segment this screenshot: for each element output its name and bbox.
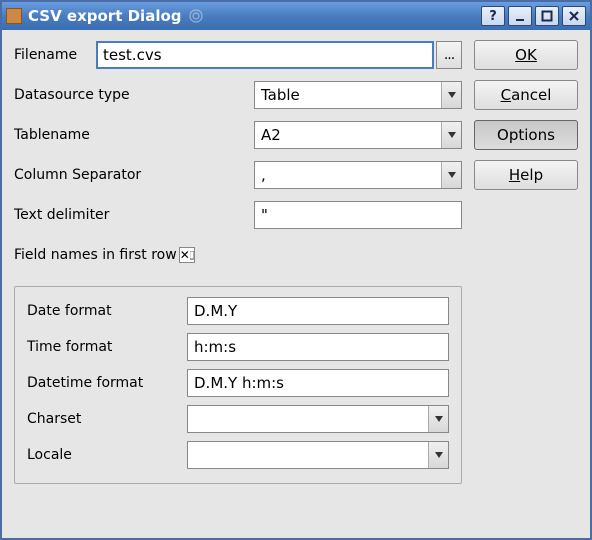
locale-value xyxy=(188,442,428,468)
minimize-button[interactable] xyxy=(508,6,532,26)
time-format-input[interactable] xyxy=(187,333,449,361)
column-separator-label: Column Separator xyxy=(14,167,254,183)
filename-label: Filename xyxy=(14,47,96,63)
options-button[interactable]: Options xyxy=(474,120,578,150)
chevron-down-icon[interactable] xyxy=(428,406,448,432)
window-title: CSV export Dialog xyxy=(28,7,182,25)
date-format-input[interactable] xyxy=(187,297,449,325)
datasource-type-value: Table xyxy=(255,82,441,108)
browse-button[interactable]: ... xyxy=(436,41,462,69)
datasource-type-combo[interactable]: Table xyxy=(254,81,462,109)
format-group: Date format Time format Datetime format … xyxy=(14,286,462,484)
ok-button[interactable]: OK xyxy=(474,40,578,70)
maximize-button[interactable] xyxy=(535,6,559,26)
help-button[interactable]: Help xyxy=(474,160,578,190)
text-delimiter-label: Text delimiter xyxy=(14,207,254,223)
locale-combo[interactable] xyxy=(187,441,449,469)
tablename-label: Tablename xyxy=(14,127,254,143)
charset-value xyxy=(188,406,428,432)
charset-label: Charset xyxy=(27,411,187,427)
time-format-label: Time format xyxy=(27,339,187,355)
titlebar[interactable]: CSV export Dialog ? xyxy=(2,2,590,30)
tablename-combo[interactable]: A2 xyxy=(254,121,462,149)
text-delimiter-input[interactable] xyxy=(254,201,462,229)
chevron-down-icon[interactable] xyxy=(428,442,448,468)
app-icon xyxy=(6,8,22,24)
help-titlebar-button[interactable]: ? xyxy=(481,6,505,26)
datetime-format-input[interactable] xyxy=(187,369,449,397)
field-names-checkbox[interactable]: ✕ xyxy=(179,247,195,263)
datetime-format-label: Datetime format xyxy=(27,375,187,391)
field-names-label: Field names in first row xyxy=(14,247,177,263)
cancel-button[interactable]: Cancel xyxy=(474,80,578,110)
chevron-down-icon[interactable] xyxy=(441,82,461,108)
csv-export-dialog: CSV export Dialog ? Filename ... Datasou… xyxy=(0,0,592,540)
chevron-down-icon[interactable] xyxy=(441,162,461,188)
filename-input[interactable] xyxy=(96,41,434,69)
column-separator-combo[interactable]: , xyxy=(254,161,462,189)
close-button[interactable] xyxy=(562,6,586,26)
tablename-value: A2 xyxy=(255,122,441,148)
decoration-swirl-icon xyxy=(188,8,204,24)
charset-combo[interactable] xyxy=(187,405,449,433)
locale-label: Locale xyxy=(27,447,187,463)
datasource-type-label: Datasource type xyxy=(14,87,254,103)
chevron-down-icon[interactable] xyxy=(441,122,461,148)
date-format-label: Date format xyxy=(27,303,187,319)
column-separator-value: , xyxy=(255,162,441,188)
